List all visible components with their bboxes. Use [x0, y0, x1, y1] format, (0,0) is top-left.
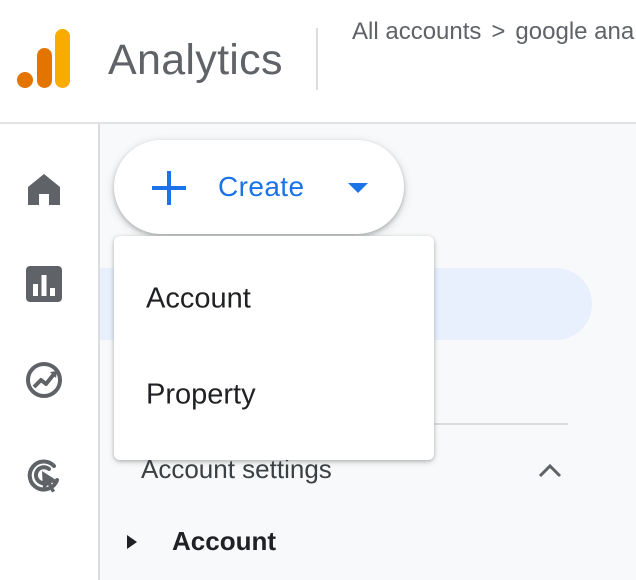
home-icon[interactable] [24, 169, 64, 209]
menu-item-property-label: Property [146, 378, 256, 411]
create-dropdown-menu: Account Property [114, 236, 434, 460]
menu-item-property[interactable]: Property [114, 350, 434, 446]
title-divider [316, 28, 318, 90]
create-button-label: Create [218, 171, 305, 202]
app-title: Analytics [108, 36, 283, 84]
menu-item-account[interactable]: Account [114, 254, 434, 350]
caret-right-icon[interactable] [124, 533, 140, 551]
breadcrumb[interactable]: All accounts > google ana [352, 18, 634, 46]
chevron-up-icon[interactable] [536, 458, 564, 482]
settings-row-account[interactable]: Account [120, 522, 420, 562]
settings-row-label: Account [172, 526, 276, 556]
create-button[interactable]: Create [114, 140, 404, 234]
breadcrumb-root[interactable]: All accounts [352, 18, 481, 45]
plus-icon [152, 171, 186, 205]
reports-icon[interactable] [24, 264, 64, 304]
dropdown-arrow-icon [348, 183, 368, 193]
breadcrumb-current[interactable]: google ana [515, 18, 634, 45]
top-app-bar: Analytics All accounts > google ana [0, 0, 636, 124]
explore-icon[interactable] [24, 360, 64, 400]
breadcrumb-separator: > [491, 18, 506, 45]
advertising-icon[interactable] [24, 455, 64, 495]
analytics-logo-icon[interactable] [16, 28, 72, 90]
nav-rail [0, 124, 100, 580]
menu-item-account-label: Account [146, 282, 251, 315]
